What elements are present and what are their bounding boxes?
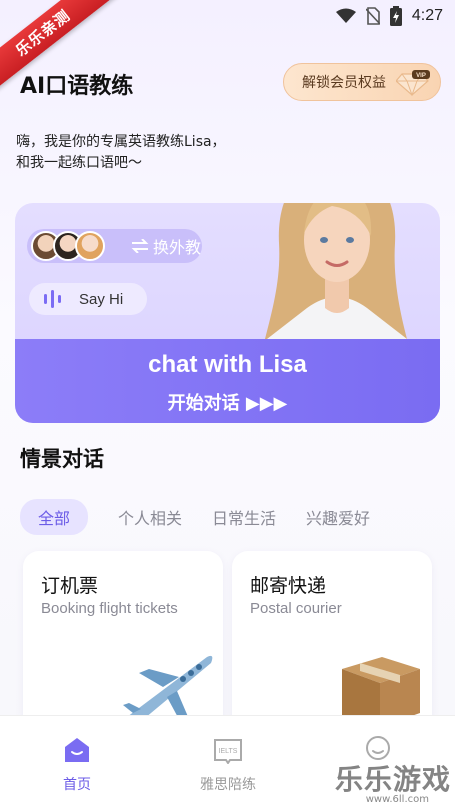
start-chat-label: 开始对话 ▶▶▶ — [167, 393, 288, 414]
tab-daily-life[interactable]: 日常生活 — [212, 505, 276, 529]
scene-card-title: 订机票 — [41, 575, 99, 597]
tab-hobbies[interactable]: 兴趣爱好 — [306, 505, 370, 529]
say-hi-label: Say Hi — [79, 290, 124, 308]
swap-icon — [131, 239, 149, 253]
voice-wave-icon — [44, 290, 61, 308]
battery-icon — [389, 6, 402, 26]
nav-home-label: 首页 — [63, 777, 91, 793]
page-title: AI口语教练 — [20, 74, 134, 99]
watermark-url: www.6ll.com — [365, 794, 429, 805]
coach-lisa-portrait — [265, 203, 407, 339]
scene-card-subtitle: Postal courier — [250, 600, 342, 617]
ielts-book-icon: IELTS — [214, 739, 242, 765]
switch-teacher-button[interactable]: 换外教 — [27, 229, 202, 263]
greeting-text: 嗨，我是你的专属英语教练Lisa， 和我一起练口语吧～ — [16, 132, 226, 174]
greeting-line-2: 和我一起练口语吧～ — [16, 155, 142, 171]
nav-home[interactable]: 首页 — [32, 736, 122, 794]
nav-ielts[interactable]: IELTS 雅思陪练 — [183, 736, 273, 794]
hero-title: chat with Lisa — [148, 351, 307, 378]
vip-diamond-icon: VIP — [396, 70, 430, 96]
tab-personal[interactable]: 个人相关 — [118, 505, 182, 529]
greeting-line-1: 嗨，我是你的专属英语教练Lisa， — [16, 134, 226, 150]
coach-hero-card[interactable]: 换外教 Say Hi chat with Lisa 开始对话 ▶▶▶ — [15, 203, 440, 423]
say-hi-button[interactable]: Say Hi — [29, 283, 147, 315]
scene-card-courier[interactable]: 邮寄快递 Postal courier — [232, 551, 432, 731]
teacher-avatar-3 — [75, 231, 105, 261]
vip-button-label: 解锁会员权益 — [302, 75, 386, 91]
scene-card-flight[interactable]: 订机票 Booking flight tickets — [23, 551, 223, 731]
wifi-icon — [335, 8, 356, 23]
svg-text:IELTS: IELTS — [219, 748, 238, 755]
home-icon — [65, 738, 89, 762]
scene-tabs: 全部 个人相关 日常生活 兴趣爱好 — [20, 499, 455, 535]
section-title: 情景对话 — [20, 447, 104, 471]
nav-ielts-label: 雅思陪练 — [200, 777, 256, 793]
no-sim-icon — [365, 7, 380, 25]
scene-card-subtitle: Booking flight tickets — [41, 600, 178, 617]
switch-teacher-label: 换外教 — [153, 238, 202, 257]
watermark: 乐乐游戏 — [334, 763, 451, 796]
tab-all[interactable]: 全部 — [20, 499, 89, 535]
status-time: 4:27 — [411, 7, 443, 24]
vip-tag: VIP — [416, 73, 426, 79]
scene-card-title: 邮寄快递 — [250, 575, 327, 597]
unlock-vip-button[interactable]: 解锁会员权益 VIP — [283, 63, 441, 101]
